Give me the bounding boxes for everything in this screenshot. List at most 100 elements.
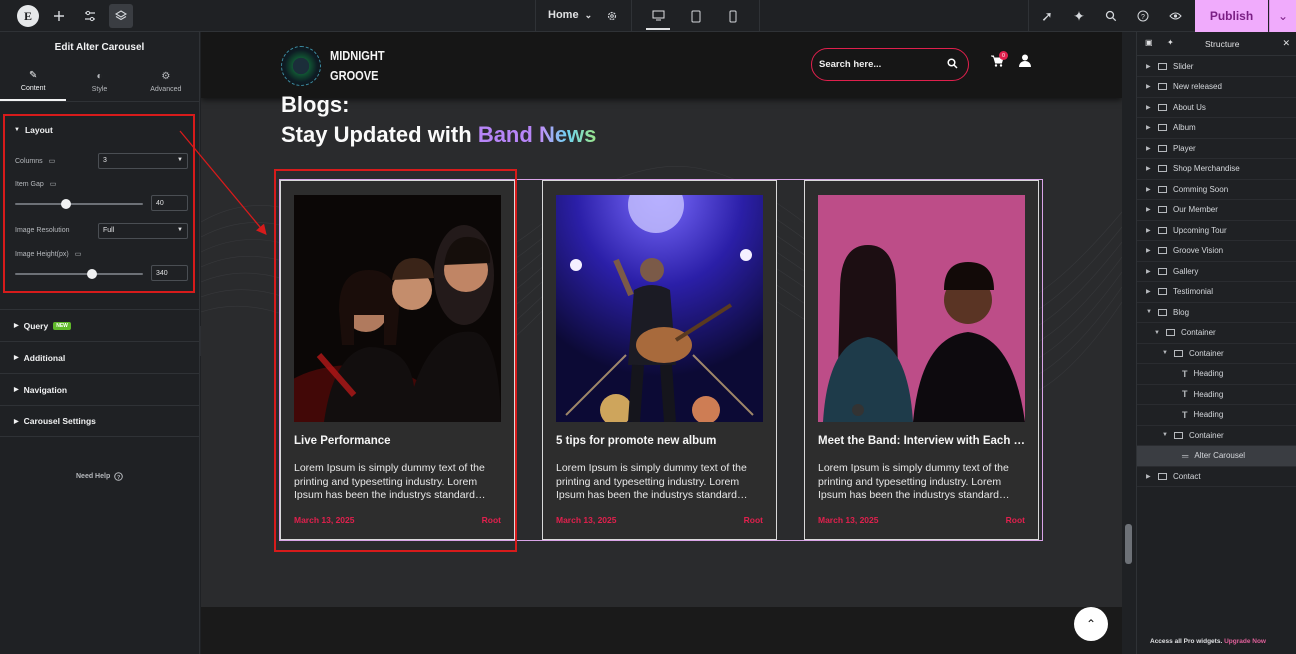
structure-toggle-button[interactable]: [109, 4, 133, 28]
item-gap-label: Item Gap ▭: [15, 180, 57, 189]
structure-item[interactable]: ▶ Gallery: [1137, 261, 1296, 282]
headphones-logo-icon[interactable]: [281, 46, 321, 86]
caret-down-icon[interactable]: ▼: [1146, 309, 1154, 315]
structure-item[interactable]: ▼ Blog: [1137, 302, 1296, 323]
blog-card[interactable]: Meet the Band: Interview with Each Membe…: [804, 180, 1039, 540]
blog-card-author[interactable]: Root: [744, 515, 763, 525]
pin-button[interactable]: ➚: [1035, 4, 1059, 28]
tab-style[interactable]: ◐ Style: [66, 62, 132, 101]
canvas-scrollbar[interactable]: [1122, 32, 1135, 654]
concert-photo-image: [556, 195, 763, 422]
user-icon[interactable]: [1019, 54, 1031, 67]
blog-card-image[interactable]: [818, 195, 1025, 422]
columns-select[interactable]: 3 ▼: [98, 153, 188, 169]
desktop-view-button[interactable]: [646, 2, 670, 30]
caret-right-icon[interactable]: ▶: [1146, 145, 1154, 152]
blog-card[interactable]: 5 tips for promote new album Lorem Ipsum…: [542, 180, 777, 540]
image-resolution-select[interactable]: Full ▼: [98, 223, 188, 239]
caret-down-icon[interactable]: ▼: [1162, 350, 1170, 356]
tab-advanced[interactable]: ⚙ Advanced: [133, 62, 199, 101]
image-height-slider[interactable]: [15, 269, 143, 279]
structure-item[interactable]: ▶ Groove Vision: [1137, 241, 1296, 262]
structure-item[interactable]: T Heading: [1137, 405, 1296, 426]
page-settings-button[interactable]: [600, 4, 624, 28]
ai-sparkle-icon[interactable]: ✦: [1167, 38, 1174, 47]
blog-heading-line2: Stay Updated with Band News: [281, 122, 597, 147]
search-button[interactable]: [1099, 4, 1123, 28]
caret-right-icon[interactable]: ▶: [1146, 227, 1154, 234]
caret-down-icon[interactable]: ▼: [1162, 432, 1170, 438]
structure-item[interactable]: ▶ Testimonial: [1137, 282, 1296, 303]
caret-right-icon[interactable]: ▶: [1146, 268, 1154, 275]
structure-item-label: Heading: [1193, 369, 1224, 378]
caret-right-icon[interactable]: ▶: [1146, 124, 1154, 131]
structure-item[interactable]: ▶ Album: [1137, 118, 1296, 139]
structure-item[interactable]: ▶ Comming Soon: [1137, 179, 1296, 200]
tab-content[interactable]: ✎ Content: [0, 62, 67, 101]
structure-item[interactable]: ▶ Our Member: [1137, 200, 1296, 221]
caret-right-icon[interactable]: ▶: [1146, 104, 1154, 111]
publish-button[interactable]: Publish: [1195, 0, 1268, 32]
layout-section-toggle[interactable]: ▼ Layout: [14, 125, 53, 135]
item-gap-slider[interactable]: [15, 199, 143, 209]
container-icon: [1158, 472, 1167, 480]
query-section-toggle[interactable]: ▶ Query NEW: [0, 309, 200, 341]
carousel-settings-section-toggle[interactable]: ▶ Carousel Settings: [0, 405, 200, 437]
item-gap-slider-handle[interactable]: [61, 199, 72, 209]
caret-right-icon[interactable]: ▶: [1146, 206, 1154, 213]
scrollbar-thumb[interactable]: [1125, 524, 1132, 564]
structure-panel: ▣ ✦ Structure ✕ ▶ Slider ▶ New released ▶ Abo…: [1136, 32, 1296, 654]
additional-section-toggle[interactable]: ▶ Additional: [0, 341, 200, 373]
caret-right-icon[interactable]: ▶: [1146, 247, 1154, 254]
settings-tabs: ✎ Content ◐ Style ⚙ Advanced: [0, 62, 199, 102]
caret-right-icon[interactable]: ▶: [1146, 186, 1154, 193]
structure-item[interactable]: ▼ Container: [1137, 343, 1296, 364]
caret-right-icon[interactable]: ▶: [1146, 288, 1154, 295]
item-gap-input[interactable]: 40: [151, 195, 188, 211]
structure-item[interactable]: ▼ Container: [1137, 323, 1296, 344]
blog-card-title[interactable]: 5 tips for promote new album: [556, 435, 766, 447]
structure-item[interactable]: ▶ Player: [1137, 138, 1296, 159]
structure-item[interactable]: T Heading: [1137, 384, 1296, 405]
mobile-view-button[interactable]: [721, 4, 745, 28]
structure-item[interactable]: ▼ Container: [1137, 425, 1296, 446]
add-element-button[interactable]: [47, 4, 71, 28]
scroll-to-top-button[interactable]: ⌃: [1074, 607, 1108, 641]
blog-card-image[interactable]: [556, 195, 763, 422]
caret-down-icon[interactable]: ▼: [1154, 330, 1162, 336]
image-height-slider-handle[interactable]: [86, 269, 97, 279]
notifications-button[interactable]: ✦: [1067, 4, 1091, 28]
structure-item[interactable]: ▶ Slider: [1137, 56, 1296, 77]
site-settings-button[interactable]: [78, 4, 102, 28]
image-height-input[interactable]: 340: [151, 265, 188, 281]
collapse-all-icon[interactable]: ▣: [1145, 38, 1153, 47]
page-selector[interactable]: Home ⌄: [548, 9, 592, 21]
structure-item[interactable]: ▶ Shop Merchandise: [1137, 159, 1296, 180]
structure-item[interactable]: ▶ Contact: [1137, 466, 1296, 487]
brand-name[interactable]: MIDNIGHT GROOVE: [330, 46, 385, 86]
close-icon[interactable]: ✕: [1282, 38, 1290, 49]
tablet-view-button[interactable]: [684, 4, 708, 28]
structure-item[interactable]: T Heading: [1137, 364, 1296, 385]
structure-item[interactable]: ▶ About Us: [1137, 97, 1296, 118]
caret-right-icon[interactable]: ▶: [1146, 473, 1154, 480]
blog-card-title[interactable]: Meet the Band: Interview with Each Membe…: [818, 435, 1028, 447]
caret-right-icon[interactable]: ▶: [1146, 165, 1154, 172]
caret-down-icon: ▼: [177, 157, 183, 163]
blog-card-author[interactable]: Root: [1006, 515, 1025, 525]
upgrade-now-link[interactable]: Upgrade Now: [1224, 638, 1266, 645]
help-button[interactable]: ?: [1131, 4, 1155, 28]
structure-item[interactable]: ▶ New released: [1137, 77, 1296, 98]
preview-button[interactable]: [1163, 4, 1187, 28]
search-icon[interactable]: [947, 58, 958, 69]
structure-item[interactable]: ▶ Upcoming Tour: [1137, 220, 1296, 241]
navigation-section-toggle[interactable]: ▶ Navigation: [0, 373, 200, 405]
caret-right-icon[interactable]: ▶: [1146, 83, 1154, 90]
need-help-link[interactable]: Need Help ?: [76, 472, 124, 481]
structure-item[interactable]: ═ Alter Carousel: [1137, 445, 1296, 467]
publish-options-button[interactable]: ⌄: [1269, 0, 1296, 32]
site-search-input[interactable]: Search here...: [811, 48, 969, 81]
elementor-logo-button[interactable]: E: [17, 5, 39, 27]
question-icon: ?: [1137, 10, 1149, 22]
caret-right-icon[interactable]: ▶: [1146, 63, 1154, 70]
